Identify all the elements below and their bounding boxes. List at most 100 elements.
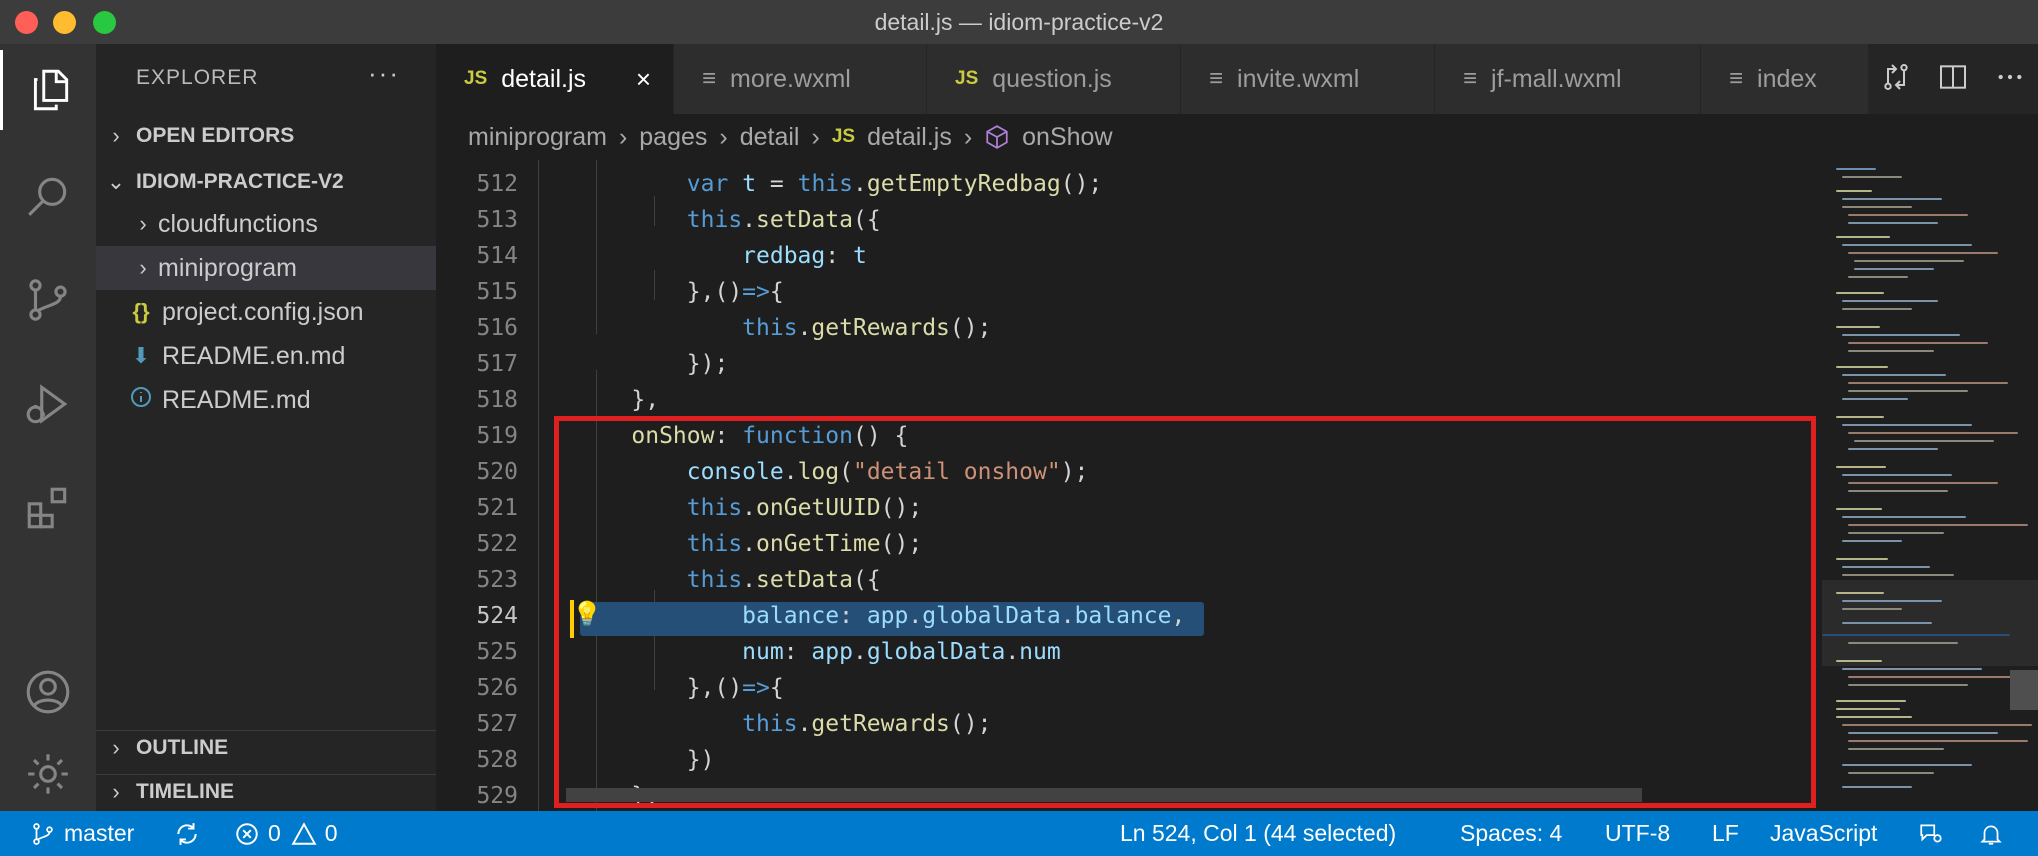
tab-label: question.js	[992, 64, 1112, 93]
indent-guide	[538, 160, 539, 811]
extensions-icon[interactable]	[0, 468, 96, 548]
line-number: 521	[476, 495, 518, 521]
notifications-button[interactable]	[1978, 811, 2012, 856]
tree-item-readme-en[interactable]: ⬇ README.en.md	[96, 334, 436, 378]
js-file-icon: JS	[831, 126, 856, 147]
more-actions-icon[interactable]	[1994, 61, 2026, 98]
line-number: 526	[476, 675, 518, 701]
minimap-line	[1854, 260, 1964, 262]
minimap-line	[1836, 236, 1890, 238]
code-editor[interactable]: 💡 512 513 514 515 516 517 518 519 520 52…	[436, 160, 1822, 811]
breadcrumb-item[interactable]: pages	[639, 123, 707, 152]
tab-jf-mall-wxml[interactable]: ≡ jf-mall.wxml	[1435, 44, 1701, 114]
eol-setting[interactable]: LF	[1712, 811, 1739, 856]
chevron-right-icon: ›	[618, 122, 628, 151]
tab-question-js[interactable]: JS question.js	[927, 44, 1181, 114]
minimap-line	[1842, 374, 1946, 376]
minimap-line	[1848, 448, 1938, 450]
compare-changes-icon[interactable]	[1880, 61, 1912, 98]
chevron-right-icon: ›	[719, 122, 728, 151]
minimap-line	[1842, 424, 1972, 426]
project-section[interactable]: ⌄ IDIOM-PRACTICE-V2	[96, 164, 436, 200]
line-number: 518	[476, 387, 518, 413]
markdown-file-icon: ⬇	[131, 343, 151, 368]
encoding-setting[interactable]: UTF-8	[1605, 811, 1670, 856]
line-number: 514	[476, 243, 518, 269]
editor-tab-bar: JS detail.js × ≡ more.wxml JS question.j…	[436, 44, 2038, 114]
editor-actions	[1868, 44, 2038, 114]
feedback-icon	[1920, 823, 1942, 842]
minimap-line	[1836, 326, 1880, 328]
line-number: 528	[476, 747, 518, 773]
code-line: this.getRewards();	[742, 315, 992, 341]
language-mode[interactable]: JavaScript	[1770, 811, 1877, 856]
chevron-right-icon: ›	[112, 123, 120, 148]
warning-icon	[291, 821, 317, 845]
minimap-line	[1836, 366, 1888, 368]
breadcrumb-item[interactable]: miniprogram	[468, 123, 607, 152]
minimap-line	[1836, 190, 1872, 192]
source-control-icon[interactable]	[0, 260, 96, 340]
tree-item-label: README.en.md	[162, 341, 346, 370]
open-editors-label: OPEN EDITORS	[136, 124, 295, 147]
minimap-selection	[1822, 634, 2010, 636]
cursor-position[interactable]: Ln 524, Col 1 (44 selected)	[1120, 811, 1396, 856]
minimap-line	[1836, 660, 1882, 662]
sync-button[interactable]	[174, 811, 208, 856]
js-file-icon: JS	[464, 68, 488, 89]
accounts-icon[interactable]	[0, 652, 96, 732]
breadcrumb-item[interactable]: onShow	[1022, 123, 1112, 152]
tree-item-readme[interactable]: README.md	[96, 378, 436, 422]
minimap-line	[1836, 168, 1876, 170]
info-file-icon	[126, 385, 156, 415]
problems-indicator[interactable]: 0 0	[234, 811, 338, 856]
tree-item-cloudfunctions[interactable]: › cloudfunctions	[96, 202, 436, 246]
run-debug-icon[interactable]	[0, 364, 96, 444]
minimap-line	[1842, 786, 1912, 788]
breadcrumb-item[interactable]: detail.js	[867, 123, 952, 152]
vertical-scrollbar-thumb[interactable]	[2010, 670, 2038, 710]
line-number: 512	[476, 171, 518, 197]
chevron-right-icon: ›	[112, 735, 120, 760]
minimap-line	[1848, 524, 2028, 526]
minimap-line	[1848, 342, 1988, 344]
tree-item-label: miniprogram	[158, 253, 297, 282]
feedback-button[interactable]	[1918, 811, 1952, 856]
outline-section[interactable]: › OUTLINE	[96, 730, 436, 766]
minimap-line	[1842, 600, 1942, 602]
close-tab-icon[interactable]: ×	[636, 64, 651, 95]
minimap-line	[1848, 390, 1968, 392]
line-number: 523	[476, 567, 518, 593]
tree-item-miniprogram[interactable]: › miniprogram	[96, 246, 436, 290]
tab-invite-wxml[interactable]: ≡ invite.wxml	[1181, 44, 1435, 114]
project-label: IDIOM-PRACTICE-V2	[136, 170, 344, 193]
minimap-line	[1836, 708, 1900, 710]
error-icon	[236, 822, 258, 845]
chevron-right-icon: ›	[139, 211, 147, 236]
settings-gear-icon[interactable]	[0, 734, 96, 814]
chevron-right-icon: ›	[811, 122, 820, 151]
minimap-line	[1848, 252, 1998, 254]
tree-item-label: cloudfunctions	[158, 209, 318, 238]
line-number: 524	[476, 603, 518, 629]
search-icon[interactable]	[0, 156, 96, 236]
minimap-line	[1848, 532, 1944, 534]
branch-indicator[interactable]: master	[30, 811, 134, 856]
branch-name: master	[64, 820, 135, 846]
minimap[interactable]	[1822, 160, 2038, 811]
minimap-line	[1842, 198, 1942, 200]
minimap-line	[1854, 440, 1994, 442]
tab-detail-js[interactable]: JS detail.js ×	[436, 44, 674, 114]
timeline-section[interactable]: › TIMELINE	[96, 774, 436, 810]
window-title: detail.js — idiom-practice-v2	[874, 9, 1164, 35]
more-actions-icon[interactable]: ···	[368, 58, 400, 89]
indentation-setting[interactable]: Spaces: 4	[1460, 811, 1562, 856]
split-editor-icon[interactable]	[1937, 61, 1969, 98]
tab-more-wxml[interactable]: ≡ more.wxml	[674, 44, 927, 114]
explorer-icon[interactable]	[0, 50, 96, 130]
breadcrumb-item[interactable]: detail	[740, 123, 800, 152]
tree-item-project-config[interactable]: {} project.config.json	[96, 290, 436, 334]
code-line: redbag: t	[742, 243, 867, 269]
minimap-line	[1842, 176, 1902, 178]
open-editors-section[interactable]: › OPEN EDITORS	[96, 118, 436, 154]
